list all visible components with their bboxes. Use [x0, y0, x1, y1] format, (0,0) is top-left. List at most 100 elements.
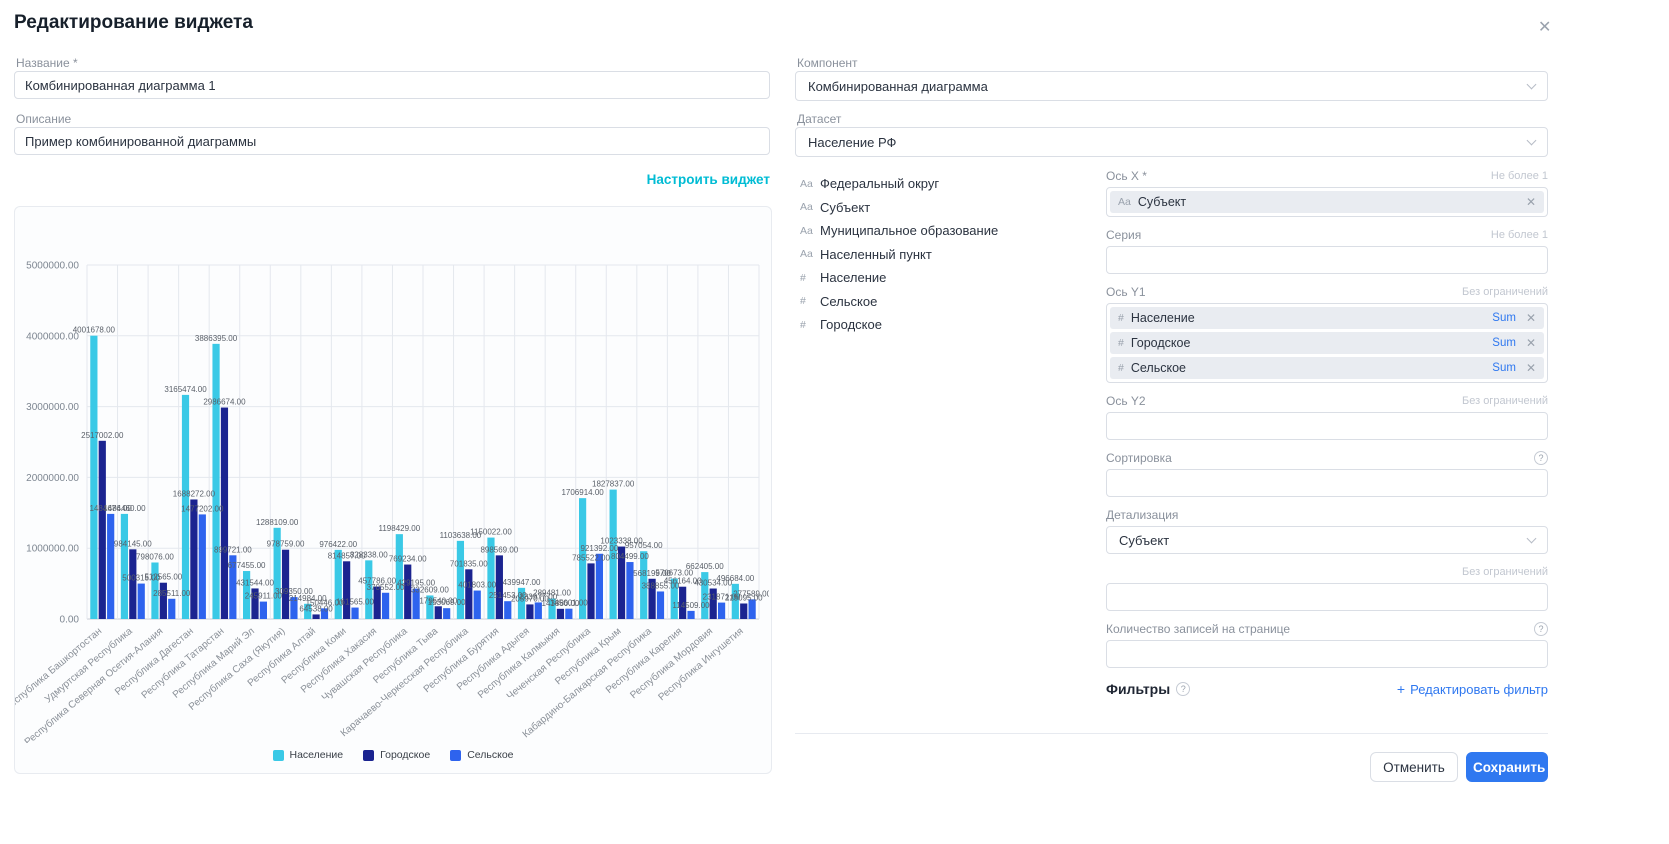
cancel-button[interactable]: Отменить — [1370, 752, 1458, 782]
bar — [587, 563, 594, 619]
dataset-field[interactable]: AaФедеральный округ — [800, 172, 1090, 196]
remove-icon[interactable]: ✕ — [1526, 311, 1536, 325]
page-title: Редактирование виджета — [14, 12, 253, 34]
dataset-field[interactable]: #Сельское — [800, 290, 1090, 314]
value-label: 898569.00 — [480, 545, 518, 554]
value-label: 161565.00 — [336, 598, 374, 607]
chevron-down-icon — [1527, 79, 1537, 89]
bar — [199, 514, 206, 619]
series-header: Серия Не более 1 — [1106, 227, 1548, 242]
page-size-input[interactable] — [1106, 640, 1548, 668]
value-label: 496684.00 — [716, 574, 754, 583]
aggregation-select[interactable]: Sum — [1492, 362, 1516, 374]
dataset-field[interactable]: AaМуниципальное образование — [800, 219, 1090, 243]
combined-chart: 0.001000000.002000000.003000000.00400000… — [15, 209, 771, 743]
bar — [474, 591, 481, 619]
value-label: 662405.00 — [686, 562, 724, 571]
value-label: 984145.00 — [114, 539, 152, 548]
axis-y2-input[interactable] — [1106, 412, 1548, 440]
legend-item[interactable]: Население — [273, 749, 344, 761]
value-label: 978759.00 — [267, 540, 305, 549]
axis-x-input[interactable]: Aa Субъект ✕ — [1106, 187, 1548, 217]
limit-input[interactable] — [1106, 583, 1548, 611]
aggregation-select[interactable]: Sum — [1492, 337, 1516, 349]
number-type-icon: # — [1118, 312, 1124, 324]
remove-icon[interactable]: ✕ — [1526, 361, 1536, 375]
description-input[interactable] — [14, 127, 770, 155]
chart-value-labels: 4001678.002517002.001484676.001484460.00… — [73, 326, 769, 614]
dataset-label: Датасет — [797, 112, 841, 126]
bar — [687, 611, 694, 619]
legend-item[interactable]: Городское — [363, 749, 430, 761]
field-name: Федеральный округ — [820, 176, 939, 191]
component-select[interactable]: Комбинированная диаграмма — [795, 71, 1548, 101]
save-button[interactable]: Сохранить — [1466, 752, 1548, 782]
number-type-icon: # — [800, 295, 820, 307]
limit-header: Без ограничений — [1106, 564, 1548, 579]
chart-legend: Население Городское Сельское — [15, 743, 771, 767]
bar — [312, 614, 319, 619]
aggregation-select[interactable]: Sum — [1492, 312, 1516, 324]
value-label: 1477202.00 — [181, 504, 224, 513]
dataset-fields-list: AaФедеральный округAaСубъектAaМуниципаль… — [800, 172, 1090, 337]
dataset-field[interactable]: AaСубъект — [800, 196, 1090, 220]
value-label: 153069.00 — [428, 598, 466, 607]
dataset-field[interactable]: #Население — [800, 266, 1090, 290]
edit-filter-link[interactable]: + Редактировать фильтр — [1397, 681, 1548, 697]
widget-name-input[interactable] — [14, 71, 770, 99]
legend-swatch — [273, 750, 284, 761]
number-type-icon: # — [1118, 362, 1124, 374]
axis-y1-hint: Без ограничений — [1462, 286, 1548, 298]
help-icon[interactable]: ? — [1176, 682, 1190, 696]
series-label: Серия — [1106, 228, 1141, 242]
sorting-header: Сортировка ? — [1106, 450, 1548, 465]
series-input[interactable] — [1106, 246, 1548, 274]
value-label: 3886395.00 — [195, 334, 238, 343]
bar — [557, 609, 564, 619]
axis-y1-group: Ось Y1 Без ограничений #НаселениеSum✕#Го… — [1106, 284, 1548, 383]
value-label: 439947.00 — [503, 578, 541, 587]
configure-widget-link[interactable]: Настроить виджет — [14, 172, 770, 187]
component-label: Компонент — [797, 56, 858, 70]
value-label: 1688272.00 — [173, 489, 216, 498]
bar — [565, 609, 572, 619]
bar — [138, 584, 145, 619]
legend-label: Население — [290, 749, 344, 761]
axis-y2-group: Ось Y2 Без ограничений — [1106, 393, 1548, 440]
y-tick-label: 5000000.00 — [26, 261, 79, 272]
field-name: Городское — [820, 317, 882, 332]
value-label: 957054.00 — [625, 541, 663, 550]
axis-y1-label: Ось Y1 — [1106, 285, 1146, 299]
legend-item[interactable]: Сельское — [450, 749, 513, 761]
axis-y2-header: Ось Y2 Без ограничений — [1106, 393, 1548, 408]
number-type-icon: # — [800, 272, 820, 284]
dataset-field[interactable]: AaНаселенный пункт — [800, 243, 1090, 267]
axis-y2-label: Ось Y2 — [1106, 394, 1146, 408]
dataset-value: Население РФ — [808, 135, 896, 150]
bar — [526, 604, 533, 619]
plus-icon: + — [1397, 681, 1405, 697]
value-label: 2517002.00 — [81, 431, 124, 440]
bar — [121, 514, 128, 619]
value-label: 701835.00 — [450, 559, 488, 568]
detail-select[interactable]: Субъект — [1106, 526, 1548, 554]
value-label: 332609.00 — [411, 585, 449, 594]
axis-y1-input[interactable]: #НаселениеSum✕#ГородскоеSum✕#СельскоеSum… — [1106, 303, 1548, 383]
remove-icon[interactable]: ✕ — [1526, 195, 1536, 209]
value-label: 4001678.00 — [73, 326, 116, 335]
sorting-input[interactable] — [1106, 469, 1548, 497]
help-icon[interactable]: ? — [1534, 451, 1548, 465]
legend-label: Городское — [380, 749, 430, 761]
page-size-header: Количество записей на странице ? — [1106, 621, 1548, 636]
bar — [382, 593, 389, 619]
legend-swatch — [363, 750, 374, 761]
close-icon[interactable]: ✕ — [1534, 16, 1555, 40]
remove-icon[interactable]: ✕ — [1526, 336, 1536, 350]
bar — [465, 569, 472, 619]
bar — [190, 499, 197, 619]
component-value: Комбинированная диаграмма — [808, 79, 988, 94]
help-icon[interactable]: ? — [1534, 622, 1548, 636]
dataset-select[interactable]: Население РФ — [795, 127, 1548, 157]
dataset-field[interactable]: #Городское — [800, 313, 1090, 337]
y-tick-label: 2000000.00 — [26, 473, 79, 484]
